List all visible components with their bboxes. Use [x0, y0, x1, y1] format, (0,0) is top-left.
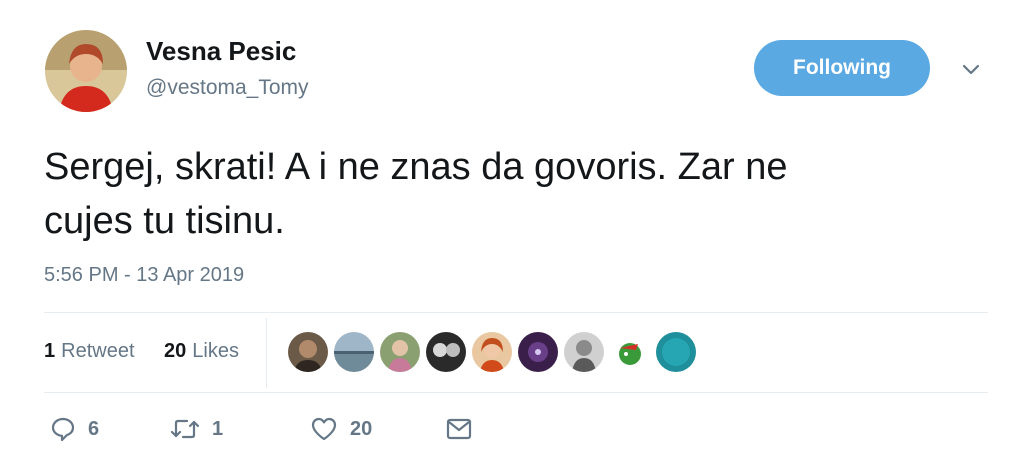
retweet-button[interactable]: 1	[170, 417, 310, 441]
chevron-down-icon	[962, 64, 980, 75]
likes-stat[interactable]: 20 Likes	[164, 340, 239, 363]
liker-avatar[interactable]	[288, 332, 328, 372]
message-icon	[446, 418, 472, 440]
reply-icon	[51, 417, 75, 442]
retweet-icon	[170, 419, 200, 439]
tweet-text-line-2: cujes tu tisinu.	[44, 200, 285, 242]
user-handle[interactable]: @vestoma_Tomy	[146, 76, 309, 100]
tweet-text-line-1: Sergej, skrati! A i ne znas da govoris. …	[44, 146, 788, 188]
avatar-image	[45, 30, 127, 112]
like-button[interactable]: 20	[310, 416, 445, 442]
liker-avatar[interactable]	[334, 332, 374, 372]
reply-button[interactable]: 6	[50, 416, 170, 442]
liker-avatar[interactable]	[472, 332, 512, 372]
reply-count: 6	[88, 417, 100, 440]
tweet-stats: 1 Retweet 20 Likes	[44, 340, 239, 363]
likes-count: 20	[164, 340, 187, 362]
liker-avatar[interactable]	[610, 332, 650, 372]
following-button[interactable]: Following	[754, 40, 930, 96]
avatar[interactable]	[45, 30, 127, 112]
likes-label: Likes	[192, 340, 239, 362]
heart-icon	[311, 417, 337, 441]
liker-avatar[interactable]	[656, 332, 696, 372]
stats-divider	[266, 318, 267, 388]
display-name[interactable]: Vesna Pesic	[146, 36, 296, 67]
tweet-text: Sergej, skrati! A i ne znas da govoris. …	[44, 140, 984, 248]
liker-avatar[interactable]	[426, 332, 466, 372]
more-options-button[interactable]	[956, 55, 986, 85]
divider	[44, 392, 988, 393]
retweets-stat[interactable]: 1 Retweet	[44, 340, 164, 363]
liker-avatar[interactable]	[380, 332, 420, 372]
direct-message-button[interactable]	[445, 417, 473, 441]
retweet-count: 1	[212, 417, 224, 440]
likers-avatars	[288, 332, 696, 372]
liker-avatar[interactable]	[564, 332, 604, 372]
tweet-actions: 6 1 20	[50, 416, 473, 442]
like-count: 20	[350, 417, 373, 440]
tweet-timestamp[interactable]: 5:56 PM - 13 Apr 2019	[44, 264, 244, 287]
divider	[44, 312, 988, 313]
retweets-label: Retweet	[61, 340, 135, 362]
liker-avatar[interactable]	[518, 332, 558, 372]
retweets-count: 1	[44, 340, 56, 362]
